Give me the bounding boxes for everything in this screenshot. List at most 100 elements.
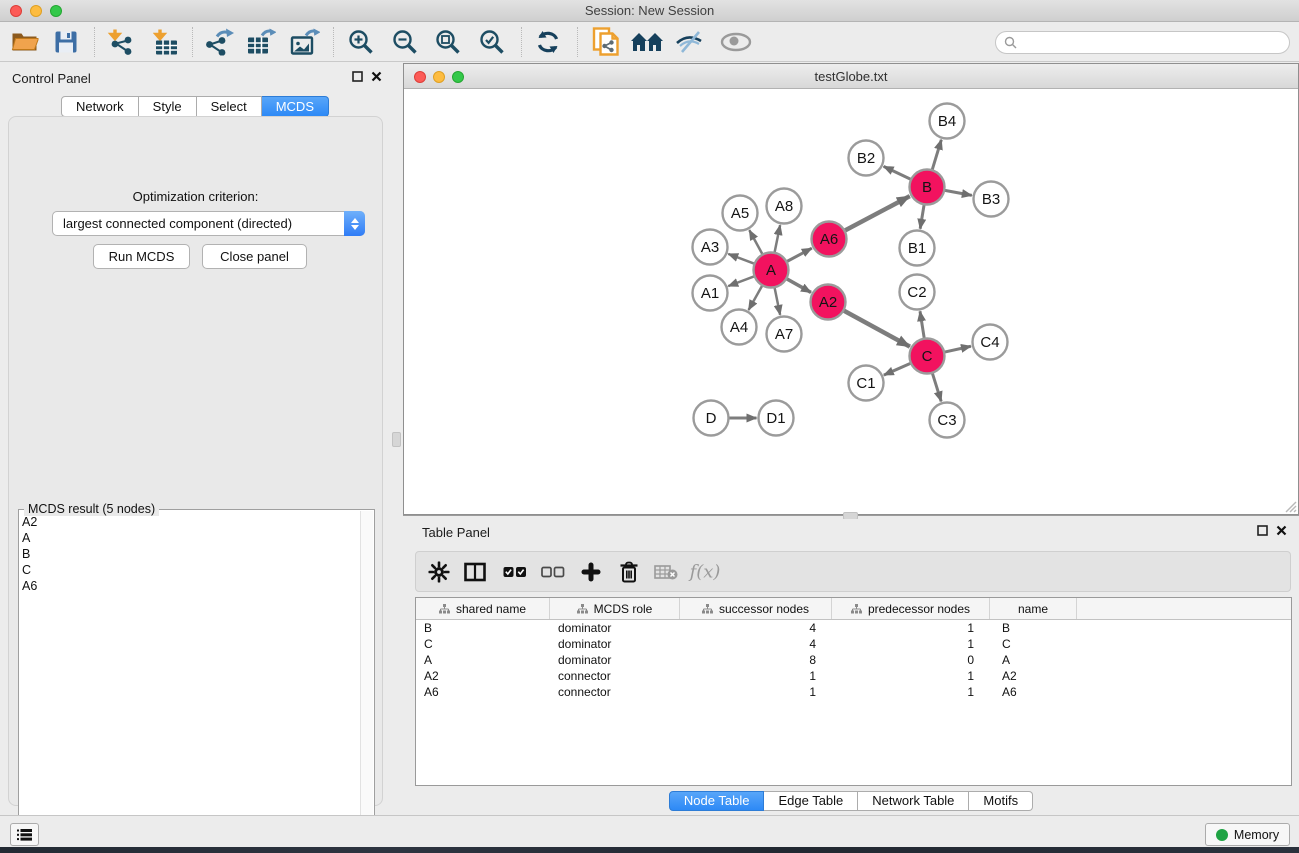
- mcds-result-item[interactable]: C: [22, 562, 359, 578]
- search-field[interactable]: [995, 31, 1290, 54]
- delete-icon[interactable]: [620, 561, 639, 582]
- table-row[interactable]: Cdominator41C: [416, 636, 1291, 652]
- tab-edge-table[interactable]: Edge Table: [764, 791, 858, 811]
- graph-node-D[interactable]: D: [694, 401, 729, 436]
- export-image-icon[interactable]: [290, 28, 320, 55]
- eye-slash-icon[interactable]: [674, 30, 706, 54]
- zoom-selected-icon[interactable]: [479, 28, 506, 55]
- graph-node-A2[interactable]: A2: [811, 285, 846, 320]
- edge-C-C4[interactable]: [944, 346, 971, 352]
- tab-network-table[interactable]: Network Table: [858, 791, 969, 811]
- edge-A-A3[interactable]: [728, 254, 754, 264]
- houses-icon[interactable]: [630, 31, 664, 53]
- edge-A-A5[interactable]: [749, 230, 762, 254]
- gear-icon[interactable]: [429, 561, 450, 582]
- edge-A-A4[interactable]: [749, 285, 763, 310]
- graph-node-B4[interactable]: B4: [930, 104, 965, 139]
- network-window-titlebar[interactable]: testGlobe.txt: [404, 64, 1298, 89]
- edge-B-B4[interactable]: [932, 140, 941, 171]
- graph-node-B2[interactable]: B2: [849, 141, 884, 176]
- edge-A-A1[interactable]: [728, 276, 754, 286]
- function-builder-icon[interactable]: f(x): [690, 561, 721, 582]
- graph-node-C2[interactable]: C2: [900, 275, 935, 310]
- tab-motifs[interactable]: Motifs: [969, 791, 1033, 811]
- graph-node-C3[interactable]: C3: [930, 403, 965, 438]
- graph-node-C4[interactable]: C4: [973, 325, 1008, 360]
- graph-node-A8[interactable]: A8: [767, 189, 802, 224]
- optimization-criterion-dropdown[interactable]: largest connected component (directed): [52, 211, 365, 236]
- close-panel-button[interactable]: Close panel: [202, 244, 307, 269]
- graph-node-A[interactable]: A: [754, 253, 789, 288]
- edge-A-A7[interactable]: [774, 287, 780, 315]
- columns-icon[interactable]: [464, 562, 486, 581]
- add-icon[interactable]: [582, 562, 601, 581]
- float-panel-icon[interactable]: [352, 71, 363, 82]
- graph-node-A4[interactable]: A4: [722, 310, 757, 345]
- edge-A2-C[interactable]: [843, 310, 910, 346]
- table-row[interactable]: A6connector11A6: [416, 684, 1291, 700]
- mcds-result-item[interactable]: A2: [22, 514, 359, 530]
- tab-style[interactable]: Style: [139, 96, 197, 117]
- tab-network[interactable]: Network: [61, 96, 139, 117]
- task-history-button[interactable]: [10, 823, 39, 846]
- deselect-all-icon[interactable]: [541, 566, 565, 577]
- column-header-name[interactable]: name: [990, 598, 1077, 619]
- export-table-icon[interactable]: [246, 28, 276, 55]
- graph-node-A5[interactable]: A5: [723, 196, 758, 231]
- graph-node-B1[interactable]: B1: [900, 231, 935, 266]
- tab-select[interactable]: Select: [197, 96, 262, 117]
- eye-icon[interactable]: [720, 32, 752, 52]
- graph-node-A3[interactable]: A3: [693, 230, 728, 265]
- export-network-icon[interactable]: [204, 28, 234, 55]
- result-scrollbar[interactable]: [360, 511, 373, 846]
- edge-C-C3[interactable]: [932, 373, 941, 402]
- close-panel-icon[interactable]: [371, 71, 382, 82]
- column-header-successor-nodes[interactable]: successor nodes: [680, 598, 832, 619]
- float-table-panel-icon[interactable]: [1257, 525, 1268, 536]
- column-header-shared-name[interactable]: shared name: [416, 598, 550, 619]
- edge-A-A2[interactable]: [786, 279, 811, 293]
- column-header-MCDS-role[interactable]: MCDS role: [550, 598, 680, 619]
- resize-grip-icon[interactable]: [1283, 499, 1297, 513]
- network-canvas[interactable]: A5A8A3A6AA1A2A4A7B2B4BB3B1C2CC1C4C3DD1: [404, 89, 1298, 514]
- edge-A6-B[interactable]: [844, 196, 909, 231]
- delete-table-icon[interactable]: [654, 564, 678, 580]
- save-session-icon[interactable]: [55, 30, 78, 53]
- column-header-predecessor-nodes[interactable]: predecessor nodes: [832, 598, 990, 619]
- close-table-panel-icon[interactable]: [1276, 525, 1287, 536]
- tab-node-table[interactable]: Node Table: [669, 791, 765, 811]
- table-row[interactable]: A2connector11A2: [416, 668, 1291, 684]
- mcds-result-item[interactable]: B: [22, 546, 359, 562]
- search-input[interactable]: [1017, 36, 1289, 50]
- graph-node-D1[interactable]: D1: [759, 401, 794, 436]
- memory-button[interactable]: Memory: [1205, 823, 1290, 846]
- refresh-icon[interactable]: [534, 29, 562, 55]
- edge-B-B3[interactable]: [944, 190, 972, 195]
- open-file-icon[interactable]: [12, 30, 39, 53]
- import-network-icon[interactable]: [107, 28, 135, 55]
- table-row[interactable]: Bdominator41B: [416, 620, 1291, 636]
- graph-node-A6[interactable]: A6: [812, 222, 847, 257]
- table-row[interactable]: Adominator80A: [416, 652, 1291, 668]
- run-mcds-button[interactable]: Run MCDS: [93, 244, 190, 269]
- graph-node-C1[interactable]: C1: [849, 366, 884, 401]
- zoom-fit-icon[interactable]: [435, 28, 462, 55]
- graph-node-A7[interactable]: A7: [767, 317, 802, 352]
- vertical-splitter-handle[interactable]: [392, 432, 401, 447]
- graph-node-C[interactable]: C: [910, 339, 945, 374]
- edge-A-A8[interactable]: [774, 225, 780, 253]
- zoom-in-icon[interactable]: [348, 28, 375, 55]
- graph-node-B3[interactable]: B3: [974, 182, 1009, 217]
- edge-B-B1[interactable]: [920, 204, 924, 228]
- edge-C-C1[interactable]: [884, 363, 911, 375]
- mcds-result-item[interactable]: A6: [22, 578, 359, 594]
- edge-C-C2[interactable]: [920, 311, 924, 338]
- mcds-result-item[interactable]: A: [22, 530, 359, 546]
- edge-A-A6[interactable]: [786, 248, 811, 262]
- edge-B-B2[interactable]: [884, 166, 912, 179]
- graph-node-B[interactable]: B: [910, 170, 945, 205]
- duplicate-network-icon[interactable]: [593, 27, 620, 57]
- select-all-icon[interactable]: [503, 566, 527, 577]
- import-table-icon[interactable]: [153, 28, 179, 55]
- tab-mcds[interactable]: MCDS: [262, 96, 329, 117]
